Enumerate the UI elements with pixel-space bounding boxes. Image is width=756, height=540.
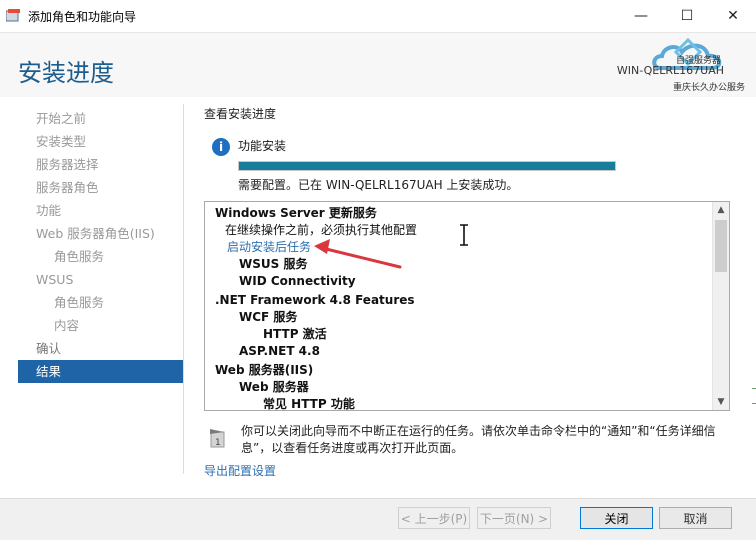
result-item: WSUS 服务 [239,257,308,271]
result-item: Web 服务器 [239,380,309,394]
progress-fill [239,162,615,170]
nav-item: 服务器角色 [36,180,99,195]
install-status-text: 需要配置。已在 WIN-QELRL167UAH 上安装成功。 [238,178,519,192]
result-item: WCF 服务 [239,310,298,324]
nav-item[interactable]: 确认 [18,337,183,360]
nav-item: 开始之前 [36,111,87,126]
watermark-text: 重庆长久办公服务 [672,83,745,93]
section-title: 查看安装进度 [204,107,277,121]
nav-item: 角色服务 [54,295,105,310]
window-title: 添加角色和功能向导 [28,10,137,24]
server-name: WIN-QELRL167UAH [616,64,724,77]
chevron-down-icon[interactable]: ▼ [713,394,729,410]
result-item: 常见 HTTP 功能 [263,397,355,411]
maximize-button[interactable]: ☐ [664,0,710,32]
wizard-footer: < 上一步(P) 下一页(N) > 关闭 取消 [0,498,756,540]
vertical-scrollbar[interactable]: ▲ ▼ [712,202,729,410]
annotation-arrow [314,239,402,269]
title-bar: 添加角色和功能向导 — ☐ ✕ [0,0,756,33]
install-progress-bar [238,161,616,171]
next-button[interactable]: 下一页(N) > [477,507,551,529]
nav-item: 内容 [54,318,80,333]
edge-artifact [752,403,756,404]
nav-item: Web 服务器角色(IIS) [36,226,155,241]
previous-button[interactable]: < 上一步(P) [398,507,470,529]
close-window-button[interactable]: ✕ [710,0,756,32]
result-item: Web 服务器(IIS) [215,363,314,377]
nav-item: 安装类型 [36,134,87,149]
cancel-button[interactable]: 取消 [659,507,732,529]
wizard-app-icon [6,9,20,22]
nav-item: WSUS [36,272,74,287]
close-button[interactable]: 关闭 [580,507,653,529]
svg-text:1: 1 [215,438,221,448]
nav-item: 服务器选择 [36,157,99,172]
nav-item: 功能 [36,203,62,218]
nav-item: 角色服务 [54,249,105,264]
export-config-link[interactable]: 导出配置设置 [204,462,276,479]
wizard-nav: 开始之前安装类型服务器选择服务器角色功能 Web 服务器角色(IIS) 角色服务 WS… [18,107,183,383]
mouse-cursor-icon [460,224,468,246]
minimize-button[interactable]: — [618,0,664,32]
result-item: Windows Server 更新服务 [215,206,377,220]
chevron-up-icon[interactable]: ▲ [713,202,729,218]
nav-item[interactable]: 结果 [18,360,183,383]
result-item: HTTP 激活 [263,327,327,341]
feature-install-label: 功能安装 [238,139,287,153]
result-item: .NET Framework 4.8 Features [215,293,415,307]
info-icon: i [212,138,230,156]
notice-text: 你可以关闭此向导而不中断正在运行的任务。请依次单击命令栏中的“通知”和“任务详细… [241,424,716,455]
scroll-thumb[interactable] [715,220,727,272]
flag-icon: 1 [210,429,225,448]
result-item: ASP.NET 4.8 [239,344,320,358]
result-item: WID Connectivity [239,274,356,288]
nav-divider [183,104,184,474]
edge-artifact [752,388,756,389]
page-title: 安装进度 [18,59,114,87]
